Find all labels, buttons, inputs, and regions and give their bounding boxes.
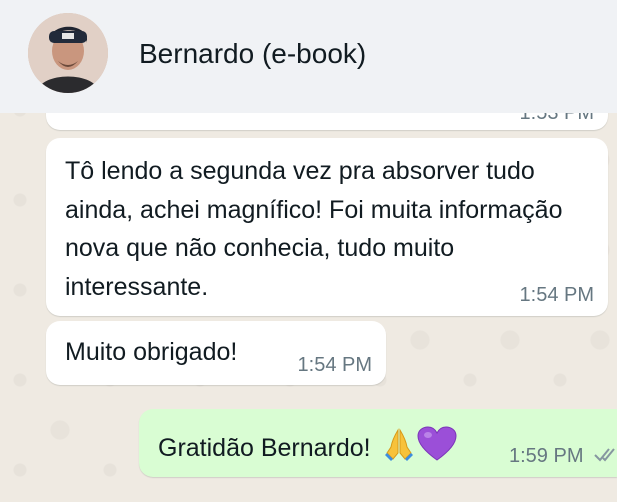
message-time: 1:54 PM (519, 284, 594, 306)
message-text: Tô lendo a segunda vez pra absorver tudo… (65, 157, 563, 301)
read-double-check-icon (594, 447, 617, 468)
message-text: Gratidão Bernardo! (158, 433, 371, 462)
message-bubble-outgoing[interactable]: Gratidão Bernardo! 1:59 PM (139, 409, 617, 477)
message-bubble-incoming[interactable]: Tô lendo a segunda vez pra absorver tudo… (46, 138, 608, 316)
avatar-photo (28, 13, 108, 93)
avatar[interactable] (28, 13, 108, 93)
contact-name[interactable]: Bernardo (e-book) (139, 38, 366, 70)
purple-heart-icon (417, 426, 457, 469)
folded-hands-icon (383, 427, 415, 468)
message-text-row: Gratidão Bernardo! (158, 426, 457, 469)
message-text: Muito obrigado! (65, 338, 238, 366)
message-bubble-incoming[interactable]: Muito obrigado! 1:54 PM (46, 321, 386, 385)
chat-header[interactable]: Bernardo (e-book) (0, 0, 617, 113)
message-time: 1:59 PM (509, 445, 584, 467)
message-time: 1:54 PM (297, 354, 372, 376)
